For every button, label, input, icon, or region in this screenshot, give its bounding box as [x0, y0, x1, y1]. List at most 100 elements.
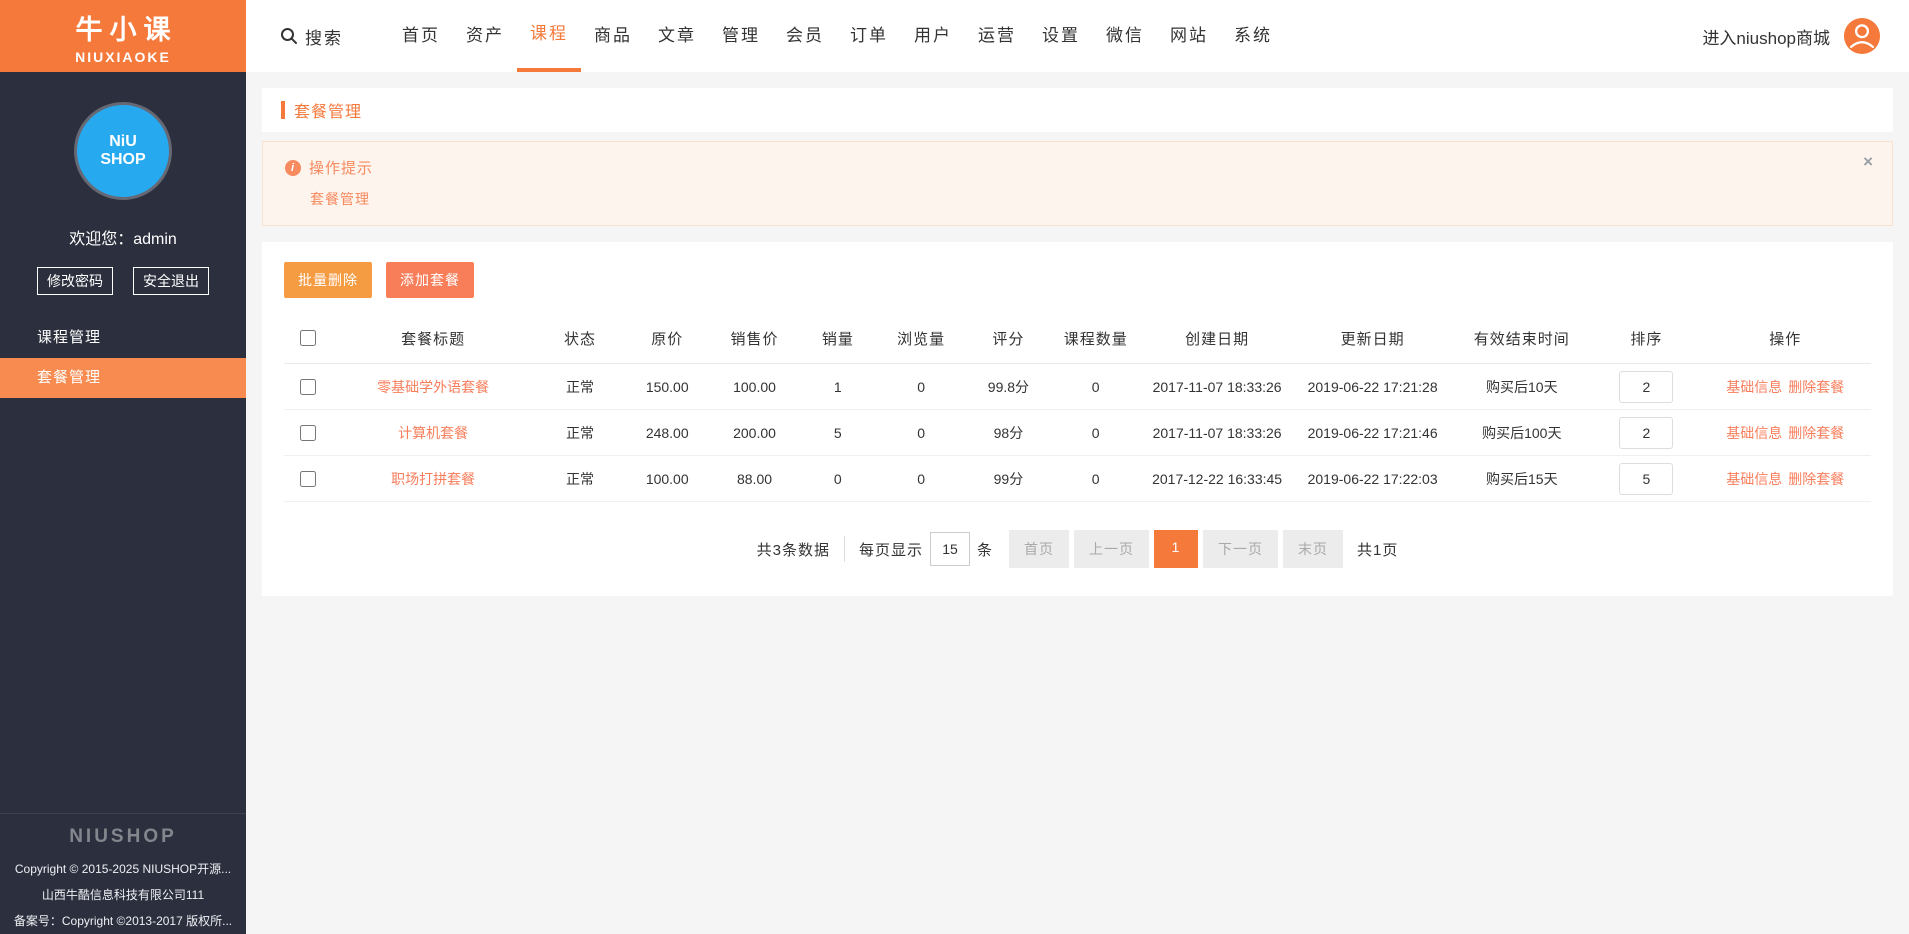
row-checkbox[interactable]: [299, 470, 316, 487]
package-title-link[interactable]: 职场打拼套餐: [391, 471, 475, 487]
search-label: 搜索: [305, 28, 343, 48]
cell-views: 0: [877, 409, 965, 456]
col-header-actions: 操作: [1699, 314, 1871, 364]
sidebar-menu: 课程管理 套餐管理: [0, 318, 246, 398]
shop-logo-badge: NiU SHOP: [77, 105, 169, 197]
cell-course-count: 0: [1052, 455, 1140, 502]
cell-course-count: 0: [1052, 409, 1140, 456]
user-avatar-icon[interactable]: [1843, 17, 1881, 55]
last-page-button[interactable]: 末页: [1283, 530, 1344, 568]
sort-input[interactable]: [1619, 462, 1674, 495]
next-page-button[interactable]: 下一页: [1203, 530, 1279, 568]
title-accent-bar: [281, 101, 285, 119]
basic-info-link[interactable]: 基础信息: [1726, 379, 1782, 395]
sidebar: 牛小课 NIUXIAOKE NiU SHOP 欢迎您：admin 修改密码 安全…: [0, 0, 246, 934]
row-checkbox[interactable]: [299, 424, 316, 441]
cell-status: 正常: [536, 363, 624, 410]
cell-views: 0: [877, 455, 965, 502]
cell-created: 2017-12-22 16:33:45: [1139, 455, 1295, 502]
first-page-button[interactable]: 首页: [1009, 530, 1070, 568]
row-checkbox[interactable]: [299, 378, 316, 395]
add-package-button[interactable]: 添加套餐: [386, 262, 474, 298]
package-title-link[interactable]: 计算机套餐: [398, 425, 468, 441]
page-title-panel: 套餐管理: [262, 88, 1893, 132]
col-header-sales: 销量: [798, 314, 878, 364]
welcome-text: 欢迎您：admin: [69, 231, 177, 248]
col-header-sort: 排序: [1593, 314, 1700, 364]
nav-item-assets[interactable]: 资产: [453, 0, 517, 72]
change-password-button[interactable]: 修改密码: [37, 267, 113, 295]
current-page-button[interactable]: 1: [1154, 530, 1199, 568]
sidebar-item-package-management[interactable]: 套餐管理: [0, 358, 246, 398]
nav-item-manage[interactable]: 管理: [709, 0, 773, 72]
package-table-panel: 批量删除 添加套餐 套餐标题 状态 原价 销售价 销量 浏览量 评分 课程数量 …: [262, 242, 1893, 596]
nav-item-course[interactable]: 课程: [517, 0, 581, 72]
package-title-link[interactable]: 零基础学外语套餐: [377, 379, 489, 395]
nav-item-website[interactable]: 网站: [1157, 0, 1221, 72]
table-row: 计算机套餐 正常 248.00 200.00 5 0 98分 0 2017-11…: [284, 409, 1871, 456]
cell-updated: 2019-06-22 17:22:03: [1294, 455, 1451, 502]
basic-info-link[interactable]: 基础信息: [1726, 425, 1782, 441]
pagination-divider: [843, 536, 845, 562]
delete-package-link[interactable]: 删除套餐: [1788, 425, 1844, 441]
nav-item-system[interactable]: 系统: [1221, 0, 1285, 72]
prev-page-button[interactable]: 上一页: [1074, 530, 1150, 568]
info-icon: i: [285, 159, 301, 176]
cell-score: 98分: [964, 409, 1053, 456]
sort-input[interactable]: [1619, 416, 1674, 449]
sort-input[interactable]: [1619, 370, 1674, 403]
nav-item-article[interactable]: 文章: [645, 0, 709, 72]
nav-item-operation[interactable]: 运营: [965, 0, 1029, 72]
alert-title: 操作提示: [309, 160, 374, 177]
topbar: 搜索 首页 资产 课程 商品 文章 管理 会员 订单 用户 运营 设置 微信 网…: [246, 0, 1909, 72]
cell-score: 99.8分: [964, 363, 1053, 410]
footer-icp-line: 备案号：Copyright ©2013-2017 版权所...: [13, 914, 233, 928]
enter-store-link[interactable]: 进入niushop商城: [1702, 24, 1830, 49]
col-header-status: 状态: [536, 314, 624, 364]
basic-info-link[interactable]: 基础信息: [1726, 471, 1782, 487]
nav-item-order[interactable]: 订单: [837, 0, 901, 72]
nav-item-user[interactable]: 用户: [901, 0, 965, 72]
logout-button[interactable]: 安全退出: [133, 267, 209, 295]
cell-updated: 2019-06-22 17:21:46: [1294, 409, 1451, 456]
table-header-row: 套餐标题 状态 原价 销售价 销量 浏览量 评分 课程数量 创建日期 更新日期 …: [284, 314, 1871, 364]
shop-logo-line1: NiU: [109, 133, 137, 151]
search-icon: [281, 28, 297, 44]
package-table: 套餐标题 状态 原价 销售价 销量 浏览量 评分 课程数量 创建日期 更新日期 …: [284, 314, 1871, 502]
search-trigger[interactable]: 搜索: [280, 24, 343, 49]
cell-valid-end: 购买后100天: [1450, 409, 1594, 456]
cell-price: 100.00: [623, 455, 711, 502]
nav-item-wechat[interactable]: 微信: [1093, 0, 1157, 72]
col-header-sale-price: 销售价: [710, 314, 799, 364]
cell-status: 正常: [536, 455, 624, 502]
footer-brand: NIUSHOP: [69, 826, 177, 847]
footer-company-line: 山西牛酷信息科技有限公司111: [41, 888, 205, 902]
shop-logo-line2: SHOP: [100, 151, 146, 168]
batch-delete-button[interactable]: 批量删除: [284, 262, 372, 298]
close-icon[interactable]: ×: [1863, 153, 1873, 170]
table-row: 职场打拼套餐 正常 100.00 88.00 0 0 99分 0 2017-12…: [284, 455, 1871, 502]
col-header-title: 套餐标题: [330, 314, 537, 364]
col-header-updated: 更新日期: [1294, 314, 1451, 364]
table-row: 零基础学外语套餐 正常 150.00 100.00 1 0 99.8分 0 20…: [284, 363, 1871, 410]
sidebar-item-course-management[interactable]: 课程管理: [0, 318, 246, 358]
cell-status: 正常: [536, 409, 624, 456]
nav-item-member[interactable]: 会员: [773, 0, 837, 72]
nav-item-settings[interactable]: 设置: [1029, 0, 1093, 72]
cell-price: 248.00: [623, 409, 711, 456]
pagination-total: 共3条数据: [756, 541, 830, 559]
per-page-input[interactable]: [930, 532, 970, 566]
col-header-score: 评分: [964, 314, 1053, 364]
page-title: 套餐管理: [294, 104, 363, 121]
cell-sale-price: 200.00: [710, 409, 799, 456]
cell-sales: 1: [798, 363, 878, 410]
col-header-course-count: 课程数量: [1052, 314, 1140, 364]
delete-package-link[interactable]: 删除套餐: [1788, 379, 1844, 395]
main-content: 套餐管理 i 操作提示 套餐管理 × 批量删除 添加套餐 套餐标题 状态 原价 …: [246, 72, 1909, 934]
cell-sale-price: 88.00: [710, 455, 799, 502]
nav-item-goods[interactable]: 商品: [581, 0, 645, 72]
select-all-checkbox[interactable]: [299, 330, 316, 346]
delete-package-link[interactable]: 删除套餐: [1788, 471, 1844, 487]
app-logo-title: 牛小课: [75, 14, 178, 45]
nav-item-home[interactable]: 首页: [389, 0, 453, 72]
